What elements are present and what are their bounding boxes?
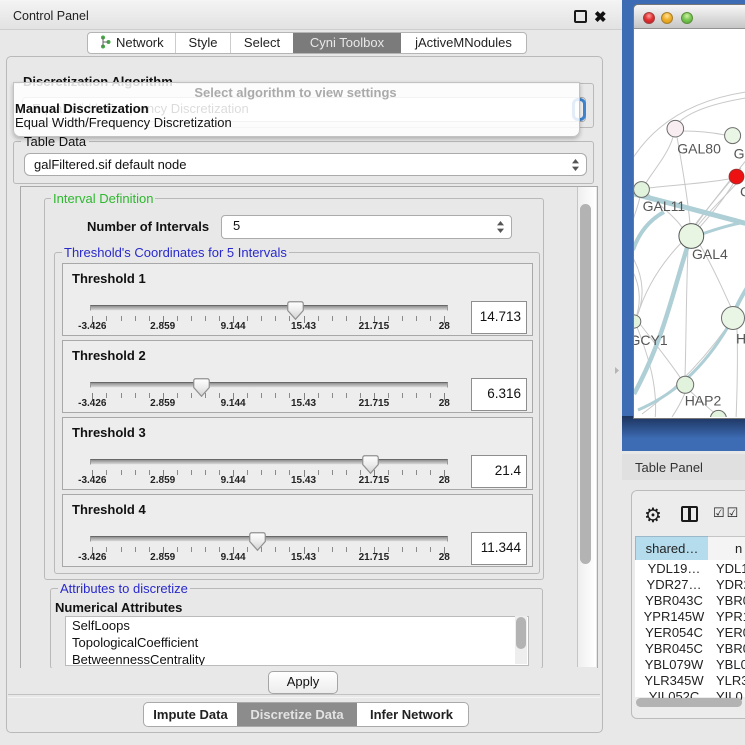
svg-text:H: H — [736, 331, 745, 347]
svg-text:GAL4: GAL4 — [692, 246, 728, 262]
svg-text:HAP2: HAP2 — [685, 393, 722, 409]
svg-text:G: G — [734, 145, 745, 161]
svg-text:GCY1: GCY1 — [634, 332, 668, 348]
svg-text:GAL80: GAL80 — [677, 140, 721, 156]
svg-text:GAL11: GAL11 — [643, 198, 686, 214]
svg-text:C: C — [740, 183, 745, 199]
